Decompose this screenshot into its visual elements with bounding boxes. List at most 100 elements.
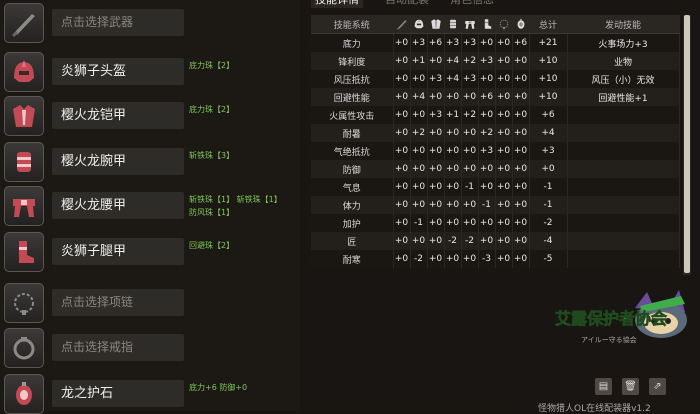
skill-value: +0 <box>427 52 445 70</box>
skill-value: +0 <box>495 33 513 52</box>
skill-name: 底力 <box>311 33 394 52</box>
skill-value: +0 <box>393 214 411 232</box>
arm-armor-icon[interactable] <box>4 142 44 182</box>
skill-value: -1 <box>478 196 496 214</box>
skill-value: +3 <box>478 142 496 160</box>
equipment-name[interactable]: 点击选择项链 <box>52 289 184 316</box>
helmet-icon[interactable] <box>4 52 44 92</box>
skill-value: +0 <box>495 106 513 124</box>
skill-value: +3 <box>461 70 479 88</box>
skill-value: +0 <box>444 196 462 214</box>
skill-value: +0 <box>444 160 462 178</box>
equipment-slot[interactable]: 点击选择项链 <box>4 283 294 323</box>
save-icon: ▤ <box>598 381 609 392</box>
skill-value: -2 <box>461 232 479 250</box>
arm-armor-icon <box>444 15 462 34</box>
equipment-slot[interactable]: 炎狮子腿甲 回避珠【2】 <box>4 232 294 272</box>
skill-value: +1 <box>444 106 462 124</box>
skill-value: +6 <box>478 88 496 106</box>
skill-value: +0 <box>512 124 530 142</box>
table-row: 体力 +0 +0 +0 +0 +0 -1 +0 +0 -1 <box>311 196 680 214</box>
logo-text: 艾露保护者协会 <box>555 309 667 328</box>
equipment-slot[interactable]: 龙之护石 底力+6 防御+0 <box>4 374 294 414</box>
equipment-slot[interactable]: 炎狮子头盔 底力珠【2】 <box>4 52 294 92</box>
necklace-icon[interactable] <box>4 283 44 323</box>
equipment-name[interactable]: 点击选择武器 <box>52 9 184 36</box>
equipment-slot[interactable]: 樱火龙腕甲 斩铁珠【3】 <box>4 142 294 182</box>
tab-skills[interactable]: 技能详情 <box>311 0 363 8</box>
equipment-name[interactable]: 点击选择戒指 <box>52 334 184 361</box>
leg-armor-icon <box>478 15 496 34</box>
active-skill <box>567 232 680 250</box>
skill-value: +0 <box>461 142 479 160</box>
equipment-name[interactable]: 樱火龙腰甲 <box>52 192 184 219</box>
total-header: 总计 <box>529 15 568 34</box>
save-button[interactable]: ▤ <box>595 378 612 395</box>
active-skill <box>567 214 680 232</box>
skill-value: +0 <box>461 250 479 268</box>
scrollbar-thumb[interactable] <box>684 15 690 273</box>
tab-auto[interactable]: 自动配装 <box>385 0 429 8</box>
skill-value: +0 <box>461 124 479 142</box>
table-row: 锋利度 +0 +1 +0 +4 +2 +3 +0 +0 +10 业物 <box>311 52 680 70</box>
skill-value: +0 <box>427 250 445 268</box>
equipment-slot[interactable]: 点击选择戒指 <box>4 328 294 368</box>
active-skill <box>567 142 680 160</box>
skill-value: +0 <box>461 160 479 178</box>
skill-value: +3 <box>444 33 462 52</box>
skill-value: +0 <box>444 88 462 106</box>
skill-value: +4 <box>444 52 462 70</box>
equipment-name[interactable]: 炎狮子头盔 <box>52 58 184 85</box>
skill-value: +0 <box>444 250 462 268</box>
active-skill: 业物 <box>567 52 680 70</box>
charm-icon[interactable] <box>4 374 44 414</box>
equipment-name[interactable]: 龙之护石 <box>52 380 184 407</box>
skill-value: +0 <box>478 214 496 232</box>
skill-value: +0 <box>427 124 445 142</box>
skill-value: +0 <box>444 214 462 232</box>
skill-value: +6 <box>512 33 530 52</box>
share-button[interactable]: ⇗ <box>649 378 666 395</box>
active-skill <box>567 250 680 268</box>
equipment-slot[interactable]: 樱火龙铠甲 底力珠【2】 <box>4 96 294 136</box>
jewel-label: 斩铁珠【1】 斩铁珠【1】 <box>189 195 282 204</box>
skill-value: +0 <box>512 70 530 88</box>
table-scrollbar[interactable] <box>683 15 691 275</box>
skill-value: +0 <box>512 214 530 232</box>
skill-value: +3 <box>410 33 428 52</box>
skill-value: +0 <box>495 250 513 268</box>
jewel-label: 底力珠【2】 <box>189 105 235 114</box>
table-row: 气息 +0 +0 +0 +0 -1 +0 +0 +0 -1 <box>311 178 680 196</box>
skill-name: 回避性能 <box>311 88 394 106</box>
weapon-icon <box>393 15 411 34</box>
equipment-name[interactable]: 樱火龙铠甲 <box>52 102 184 129</box>
skill-name: 加护 <box>311 214 394 232</box>
skill-value: +0 <box>495 124 513 142</box>
skill-total: -5 <box>529 250 568 268</box>
equipment-name[interactable]: 炎狮子腿甲 <box>52 238 184 265</box>
skill-value: +0 <box>427 214 445 232</box>
skill-value: +0 <box>495 196 513 214</box>
equipment-slot[interactable]: 樱火龙腰甲 斩铁珠【1】 斩铁珠【1】 防风珠【1】 <box>4 186 294 226</box>
skill-value: +0 <box>410 160 428 178</box>
equipment-name[interactable]: 樱火龙腕甲 <box>52 148 184 175</box>
skill-value: +0 <box>478 232 496 250</box>
weapon-icon[interactable] <box>4 3 44 43</box>
share-icon: ⇗ <box>653 381 662 392</box>
ring-icon[interactable] <box>4 328 44 368</box>
skill-value: +3 <box>478 52 496 70</box>
tab-other[interactable]: 角色信息 <box>450 0 494 8</box>
logo-subtitle: アイルー守る協会 <box>581 335 637 344</box>
skill-value: +0 <box>512 142 530 160</box>
table-row: 底力 +0 +3 +6 +3 +3 +0 +0 +6 +21 火事场力+3 <box>311 33 680 52</box>
chest-armor-icon[interactable] <box>4 96 44 136</box>
equipment-slot[interactable]: 点击选择武器 <box>4 3 294 43</box>
delete-button[interactable]: 🗑 <box>622 378 639 395</box>
skill-value: +0 <box>512 178 530 196</box>
skill-value: +0 <box>427 232 445 250</box>
skill-value: +0 <box>444 178 462 196</box>
leg-armor-icon[interactable] <box>4 232 44 272</box>
skill-value: +1 <box>410 52 428 70</box>
waist-armor-icon[interactable] <box>4 186 44 226</box>
skill-value: +0 <box>512 160 530 178</box>
